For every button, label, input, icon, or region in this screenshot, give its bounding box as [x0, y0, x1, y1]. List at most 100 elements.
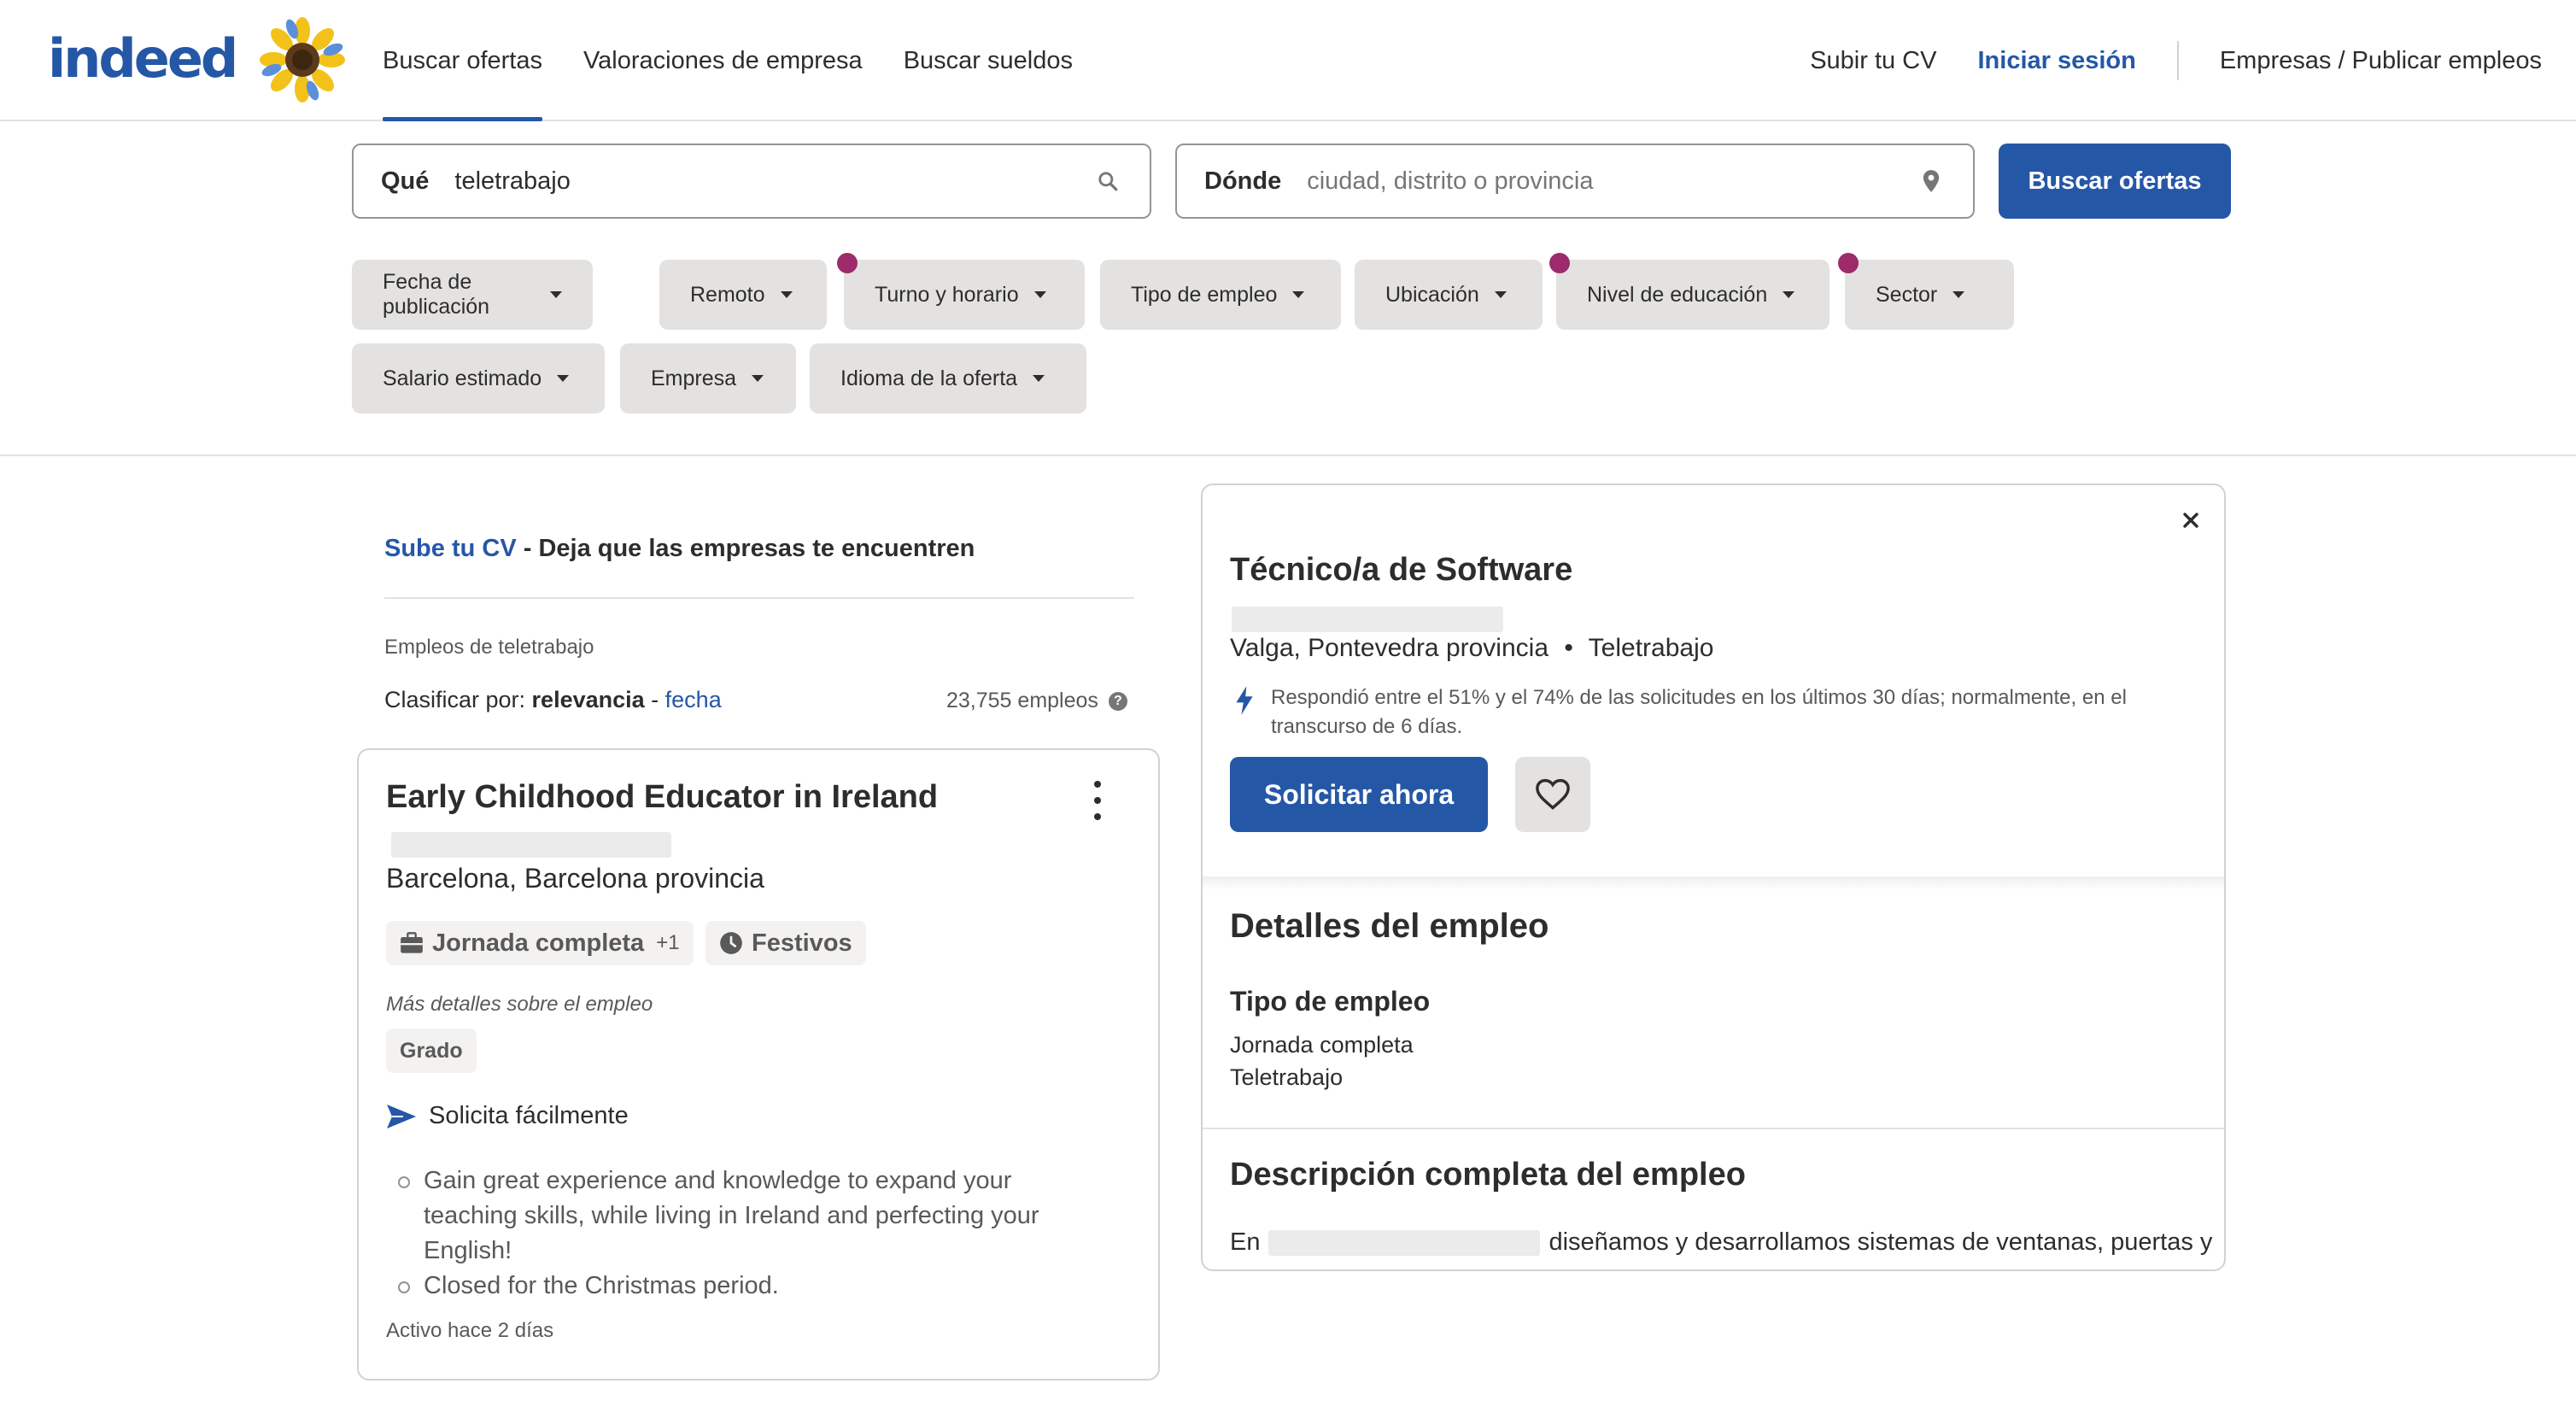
search-button[interactable]: Buscar ofertas — [1999, 144, 2231, 219]
job-count: 23,755 empleos ? — [946, 689, 1127, 713]
response-rate-line: transcurso de 6 días. — [1271, 715, 1463, 738]
tag-holidays: Festivos — [705, 921, 866, 965]
job-card[interactable]: Early Childhood Educator in Ireland Barc… — [357, 748, 1160, 1380]
save-job-button[interactable] — [1515, 757, 1590, 832]
nav-valoraciones-empresa[interactable]: Valoraciones de empresa — [583, 0, 863, 121]
filter-label: Ubicación — [1385, 282, 1479, 307]
filter-label: Nivel de educación — [1587, 282, 1768, 307]
job-details-heading: Detalles del empleo — [1230, 907, 1549, 945]
more-vertical-icon[interactable] — [1086, 781, 1109, 820]
notification-dot — [1549, 253, 1570, 273]
upload-cv-banner: Sube tu CV - Deja que las empresas te en… — [384, 535, 975, 563]
sign-in-link[interactable]: Iniciar sesión — [1977, 47, 2135, 75]
notification-dot — [837, 253, 858, 273]
easy-apply: Solicita fácilmente — [386, 1102, 629, 1130]
caret-down-icon — [1033, 375, 1045, 382]
filter-label: Tipo de empleo — [1131, 282, 1278, 307]
what-search-field[interactable]: Qué teletrabajo — [352, 144, 1151, 219]
caret-down-icon — [1494, 291, 1507, 298]
job-card-title[interactable]: Early Childhood Educator in Ireland — [386, 779, 938, 816]
redacted-company — [391, 832, 671, 858]
nav-buscar-ofertas[interactable]: Buscar ofertas — [383, 0, 542, 121]
sunflower-icon — [260, 17, 345, 103]
employers-link[interactable]: Empresas / Publicar empleos — [2220, 47, 2542, 75]
where-label: Dónde — [1204, 167, 1282, 195]
tag-holidays-label: Festivos — [752, 929, 852, 957]
apply-now-button[interactable]: Solicitar ahora — [1230, 757, 1488, 832]
description-text: En diseñamos y desarrollamos sistemas de … — [1230, 1225, 2212, 1259]
where-input[interactable]: ciudad, distrito o provincia — [1307, 167, 1917, 196]
sort-by: Clasificar por: relevancia - fecha — [384, 687, 722, 713]
job-count-text: 23,755 empleos — [946, 689, 1098, 712]
what-input[interactable]: teletrabajo — [454, 167, 1093, 196]
heart-icon — [1536, 778, 1570, 810]
upload-cv-link[interactable]: Subir tu CV — [1810, 47, 1936, 75]
job-card-location: Barcelona, Barcelona provincia — [386, 863, 764, 894]
briefcase-icon — [401, 932, 423, 953]
header-actions: Subir tu CV Iniciar sesión Empresas / Pu… — [1810, 0, 2542, 121]
job-snippet-item: Closed for the Christmas period. — [398, 1269, 1081, 1304]
job-snippet-list: Gain great experience and knowledge to e… — [398, 1164, 1081, 1304]
sort-by-date-link[interactable]: fecha — [665, 687, 722, 712]
easy-apply-label: Solicita fácilmente — [429, 1102, 629, 1129]
upload-cv-banner-link[interactable]: Sube tu CV — [384, 535, 517, 562]
filter-sector[interactable]: Sector — [1838, 253, 2014, 330]
description-rest: diseñamos y desarrollamos sistemas de ve… — [1549, 1228, 2213, 1256]
section-divider — [1203, 1128, 2224, 1129]
location-pin-icon — [1917, 167, 1946, 196]
tag-schedule-label: Jornada completa — [432, 929, 645, 957]
filter-label: Turno y horario — [875, 282, 1019, 307]
detail-location: Valga, Pontevedra provincia • Teletrabaj… — [1230, 634, 1713, 663]
detail-remote: Teletrabajo — [1588, 634, 1714, 662]
filter-label: Sector — [1876, 282, 1938, 307]
filter-nivel-educacion[interactable]: Nivel de educación — [1549, 253, 1830, 330]
filter-label: Empresa — [651, 366, 737, 390]
what-label: Qué — [381, 167, 430, 195]
job-type-heading: Tipo de empleo — [1230, 986, 1431, 1017]
indeed-logo[interactable]: indeed — [48, 24, 238, 92]
caret-down-icon — [1783, 291, 1795, 298]
filter-turno-horario[interactable]: Turno y horario — [837, 253, 1085, 330]
job-type-value: Jornada completa — [1230, 1032, 1414, 1058]
clock-icon — [720, 932, 742, 954]
more-details-label: Más detalles sobre el empleo — [386, 993, 653, 1016]
header-divider — [2176, 41, 2179, 80]
tag-schedule-more: +1 — [656, 931, 680, 954]
caret-down-icon — [780, 291, 793, 298]
tag-schedule: Jornada completa +1 — [386, 921, 694, 965]
upload-cv-banner-text: - Deja que las empresas te encuentren — [516, 535, 975, 562]
where-search-field[interactable]: Dónde ciudad, distrito o provincia — [1175, 144, 1975, 219]
detail-location-text: Valga, Pontevedra provincia — [1230, 634, 1549, 662]
logo-text: indeed — [48, 26, 238, 90]
job-detail-panel: Técnico/a de Software Valga, Pontevedra … — [1201, 484, 2226, 1271]
education-badge: Grado — [386, 1029, 477, 1073]
filter-label: Idioma de la oferta — [840, 366, 1018, 390]
help-icon[interactable]: ? — [1108, 691, 1127, 711]
close-icon[interactable] — [2178, 507, 2204, 533]
main-nav: Buscar ofertas Valoraciones de empresa B… — [383, 0, 1073, 121]
filter-fecha-publicacion[interactable]: Fecha de publicación — [352, 260, 593, 330]
lightning-icon — [1236, 686, 1253, 715]
filter-idioma-oferta[interactable]: Idioma de la oferta — [810, 343, 1086, 413]
filter-ubicacion[interactable]: Ubicación — [1355, 260, 1543, 330]
filter-label: Fecha de publicación — [383, 270, 490, 319]
filter-tipo-empleo[interactable]: Tipo de empleo — [1100, 260, 1341, 330]
caret-down-icon — [1952, 291, 1965, 298]
caret-down-icon — [550, 291, 562, 298]
filter-label: Remoto — [690, 282, 765, 307]
filters-divider — [0, 454, 2576, 456]
filter-salario-estimado[interactable]: Salario estimado — [352, 343, 605, 413]
redacted-company — [1232, 607, 1503, 632]
filter-remoto[interactable]: Remoto — [659, 260, 827, 330]
search-icon — [1093, 167, 1122, 196]
send-icon — [387, 1104, 416, 1128]
response-rate-text: Respondió entre el 51% y el 74% de las s… — [1271, 683, 2207, 742]
filter-empresa[interactable]: Empresa — [620, 343, 796, 413]
nav-buscar-sueldos[interactable]: Buscar sueldos — [904, 0, 1073, 121]
caret-down-icon — [1292, 291, 1305, 298]
results-divider — [384, 597, 1134, 599]
notification-dot — [1838, 253, 1859, 273]
response-rate-line: Respondió entre el 51% y el 74% de las s… — [1271, 686, 2127, 709]
caret-down-icon — [752, 375, 764, 382]
response-rate: Respondió entre el 51% y el 74% de las s… — [1233, 683, 2207, 742]
